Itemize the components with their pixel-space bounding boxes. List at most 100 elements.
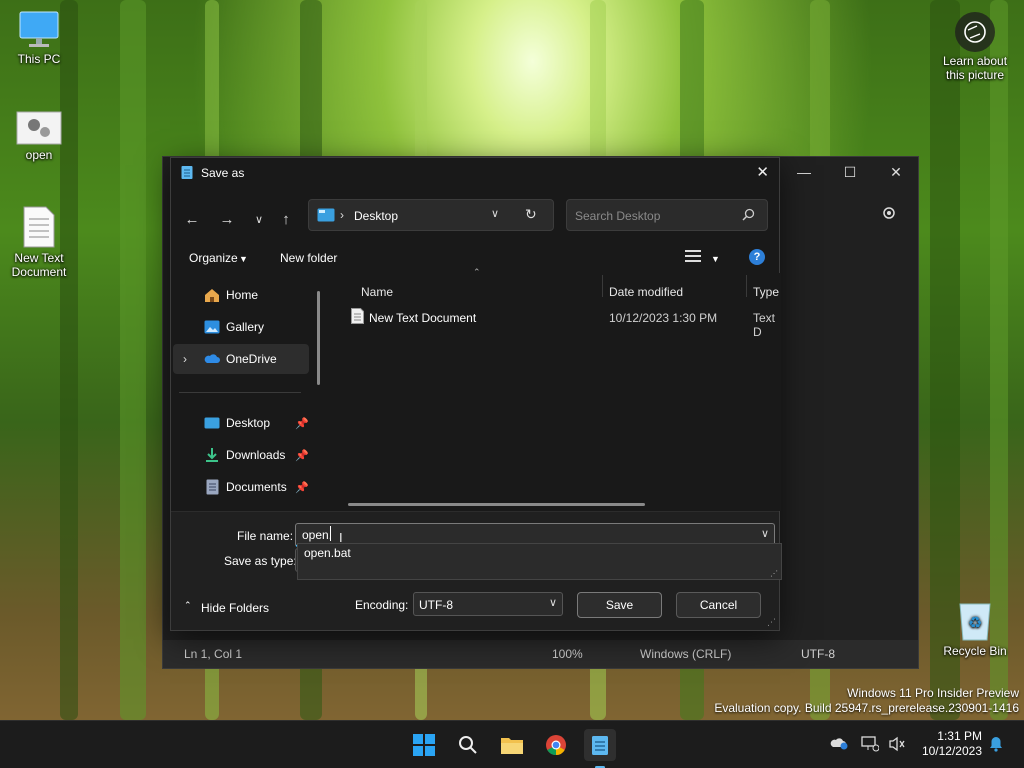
nav-label: OneDrive [226,352,277,366]
column-separator[interactable] [746,275,747,297]
navigation-pane: Home Gallery › OneDrive Desktop 📌 Downlo… [171,273,329,511]
network-icon[interactable] [861,736,880,755]
nav-label: Desktop [226,416,271,430]
notepad-taskbar-icon[interactable] [584,729,616,761]
encoding-label: Encoding: [355,598,409,612]
onedrive-tray-icon[interactable] [830,736,848,753]
desktop-icon-open[interactable]: open [2,110,76,162]
nav-item-downloads[interactable]: Downloads 📌 [173,440,309,470]
monitor-icon [18,10,60,50]
evaluation-watermark: Windows 11 Pro Insider Preview Evaluatio… [714,686,1019,716]
desktop-icon-label: This PC [17,52,61,66]
resize-grip-icon[interactable]: ⋰ [770,569,778,578]
maximize-button[interactable]: ☐ [827,157,873,187]
desktop-icon-recycle-bin[interactable]: ♻ Recycle Bin [938,596,1012,658]
nav-item-desktop[interactable]: Desktop 📌 [173,408,309,438]
expand-chevron-icon[interactable]: › [183,352,187,366]
search-taskbar-icon[interactable] [452,729,484,761]
column-header-type[interactable]: Type [753,285,779,299]
settings-gear-icon[interactable] [881,205,897,224]
dialog-title: Save as [201,166,245,180]
desktop-icon-label: New Text Document [11,251,67,279]
start-button[interactable] [408,729,440,761]
clock-time: 1:31 PM [937,729,982,743]
windows-logo-icon [413,734,435,756]
chevron-up-icon: ⌃ [184,600,192,610]
horizontal-scrollbar[interactable] [348,503,645,506]
taskbar: 1:31 PM 10/12/2023 [0,720,1024,768]
batch-file-icon [16,110,62,146]
nav-item-home[interactable]: Home [173,280,309,310]
chrome-icon[interactable] [540,729,572,761]
notification-bell-icon[interactable] [989,736,1003,755]
help-icon[interactable]: ? [749,249,765,265]
view-options-icon[interactable] [685,249,701,266]
encoding-dropdown-icon[interactable]: ∨ [549,596,557,609]
column-separator[interactable] [602,275,603,297]
autocomplete-item[interactable]: open.bat [304,546,351,560]
dialog-close-button[interactable]: ✕ [756,163,769,181]
file-type: Text D [753,311,776,339]
refresh-icon[interactable]: ↻ [525,206,537,223]
nav-scrollbar[interactable] [317,291,320,385]
nav-label: Home [226,288,259,302]
desktop-icon-new-text-document[interactable]: New Text Document [2,205,76,279]
nav-item-onedrive[interactable]: › OneDrive [173,344,309,374]
nav-label: Downloads [226,448,286,462]
encoding-status: UTF-8 [801,647,835,661]
nav-label: Gallery [226,320,265,334]
pin-icon: 📌 [295,417,309,430]
text-caret [330,526,331,541]
nav-item-gallery[interactable]: Gallery [173,312,309,342]
search-input[interactable]: Search Desktop [575,209,660,223]
hide-folders-button[interactable]: Hide Folders [201,601,269,615]
organize-button[interactable]: Organize [189,251,238,265]
zoom-level: 100% [552,647,583,661]
nav-divider [179,392,301,393]
close-button[interactable]: ✕ [873,157,919,187]
text-file-icon [22,205,56,249]
desktop-icon-label: open [25,148,53,162]
clock[interactable]: 1:31 PM 10/12/2023 [918,729,982,759]
forward-button[interactable]: → [213,206,241,232]
nav-label: Documents [226,480,287,494]
new-folder-button[interactable]: New folder [280,251,337,265]
address-location[interactable]: Desktop [354,209,398,223]
breadcrumb-chevron-icon: › [340,208,344,222]
cloud-icon [204,351,220,367]
table-row[interactable]: New Text Document 10/12/2023 1:30 PM Tex… [331,307,781,339]
address-dropdown-icon[interactable]: ∨ [491,207,499,220]
search-box[interactable]: Search Desktop [566,199,768,231]
volume-muted-icon[interactable] [888,736,906,755]
autocomplete-dropdown: open.bat ⋰ [297,543,782,580]
status-bar: Ln 1, Col 1 100% Windows (CRLF) UTF-8 [163,640,918,668]
pin-icon: 📌 [295,449,309,462]
save-as-type-label: Save as type: [224,554,297,568]
back-button[interactable]: ← [178,206,206,232]
line-ending: Windows (CRLF) [640,647,732,661]
file-name-dropdown-icon[interactable]: ∨ [761,527,769,540]
clock-date: 10/12/2023 [921,744,982,758]
learn-about-picture[interactable]: Learn about this picture [935,12,1015,82]
column-header-date[interactable]: Date modified [609,285,683,299]
home-icon [204,287,220,303]
up-button[interactable]: ↑ [272,206,300,232]
camera-info-icon [955,12,995,52]
watermark-line-2: Evaluation copy. Build 25947.rs_prerelea… [714,701,1019,715]
cancel-button[interactable]: Cancel [676,592,761,618]
svg-text:♻: ♻ [968,613,982,632]
view-dropdown-icon[interactable]: ▼ [711,254,720,264]
resize-grip-icon[interactable]: ⋰ [767,617,776,628]
encoding-select[interactable]: UTF-8 ∨ [413,592,563,616]
file-name-label: File name: [237,529,294,543]
column-header-name[interactable]: Name [361,285,393,299]
save-button[interactable]: Save [577,592,662,618]
desktop-icon-this-pc[interactable]: This PC [2,10,76,66]
desktop-icon-label: Recycle Bin [943,644,1007,658]
recent-locations-button[interactable]: ∨ [245,206,273,232]
address-bar[interactable]: › Desktop ∨ ↻ [308,199,554,231]
minimize-button[interactable]: — [781,157,827,187]
organize-dropdown-icon[interactable]: ▼ [239,254,248,264]
nav-item-documents[interactable]: Documents 📌 [173,472,309,502]
file-explorer-icon[interactable] [496,729,528,761]
